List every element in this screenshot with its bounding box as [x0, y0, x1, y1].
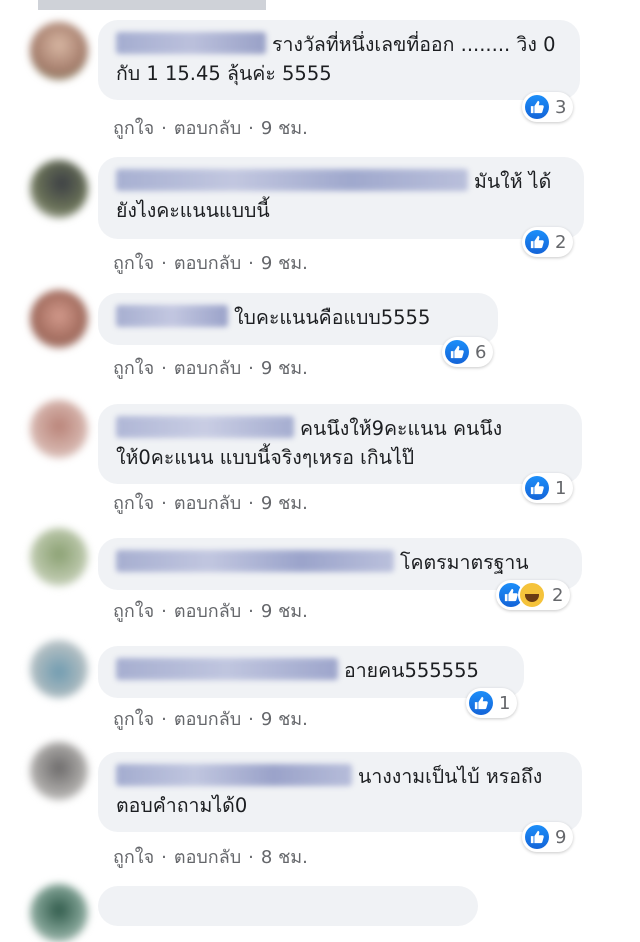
- like-link[interactable]: ถูกใจ: [113, 493, 154, 514]
- like-link[interactable]: ถูกใจ: [113, 601, 154, 622]
- author-name-blurred[interactable]: [116, 658, 338, 680]
- avatar[interactable]: [30, 400, 88, 458]
- like-link[interactable]: ถูกใจ: [113, 253, 154, 274]
- reaction-number: 3: [555, 96, 567, 118]
- reply-link[interactable]: ตอบกลับ: [174, 601, 241, 622]
- separator: ·: [161, 358, 167, 379]
- timestamp[interactable]: 9 ชม.: [261, 118, 308, 139]
- avatar[interactable]: [30, 640, 88, 698]
- reaction-number: 1: [555, 477, 567, 499]
- like-link[interactable]: ถูกใจ: [113, 358, 154, 379]
- separator: ·: [161, 601, 167, 622]
- comment-actions: ถูกใจ · ตอบกลับ · 9 ชม.: [113, 488, 308, 517]
- like-reaction-icon: [525, 476, 549, 500]
- like-reaction-icon: [525, 230, 549, 254]
- comment-actions: ถูกใจ · ตอบกลับ · 9 ชม.: [113, 248, 308, 277]
- comment-bubble: นางงามเป็นไบ้ หรอถึงตอบคำถามได้0: [98, 752, 582, 832]
- like-reaction-icon: [525, 95, 549, 119]
- author-name-blurred[interactable]: [116, 169, 468, 191]
- separator: ·: [161, 118, 167, 139]
- reaction-count[interactable]: 9: [522, 822, 574, 852]
- comment-bubble: มันให้ ได้ยังไงคะแนนแบบนี้: [98, 157, 584, 239]
- timestamp[interactable]: 9 ชม.: [261, 601, 308, 622]
- author-name-blurred[interactable]: [116, 764, 352, 786]
- separator: ·: [161, 493, 167, 514]
- comment-actions: ถูกใจ · ตอบกลับ · 9 ชม.: [113, 353, 308, 382]
- top-cutoff-bar: [38, 0, 266, 10]
- timestamp[interactable]: 8 ชม.: [261, 847, 308, 868]
- timestamp[interactable]: 9 ชม.: [261, 709, 308, 730]
- reaction-count[interactable]: 6: [442, 337, 494, 367]
- like-reaction-icon: [445, 340, 469, 364]
- reply-link[interactable]: ตอบกลับ: [174, 118, 241, 139]
- reaction-count[interactable]: 2: [522, 227, 574, 257]
- timestamp[interactable]: 9 ชม.: [261, 253, 308, 274]
- reply-link[interactable]: ตอบกลับ: [174, 493, 241, 514]
- comment-bubble: [98, 886, 478, 926]
- like-reaction-icon: [469, 691, 493, 715]
- reaction-count[interactable]: 3: [522, 92, 574, 122]
- separator: ·: [248, 358, 254, 379]
- reaction-count[interactable]: 1: [466, 688, 518, 718]
- separator: ·: [248, 601, 254, 622]
- avatar[interactable]: [30, 884, 88, 942]
- comment-actions: ถูกใจ · ตอบกลับ · 9 ชม.: [113, 113, 308, 142]
- reply-link[interactable]: ตอบกลับ: [174, 253, 241, 274]
- separator: ·: [248, 847, 254, 868]
- reaction-number: 2: [552, 584, 564, 606]
- comment-actions: ถูกใจ · ตอบกลับ · 8 ชม.: [113, 842, 308, 871]
- avatar[interactable]: [30, 160, 88, 218]
- reaction-count[interactable]: 1: [522, 473, 574, 503]
- like-reaction-icon: [525, 825, 549, 849]
- comment-bubble: ใบคะแนนคือแบบ5555: [98, 293, 498, 345]
- separator: ·: [161, 709, 167, 730]
- reaction-number: 9: [555, 826, 567, 848]
- timestamp[interactable]: 9 ชม.: [261, 493, 308, 514]
- comment-text: ใบคะแนนคือแบบ5555: [234, 306, 431, 329]
- reply-link[interactable]: ตอบกลับ: [174, 709, 241, 730]
- avatar[interactable]: [30, 22, 88, 80]
- author-name-blurred[interactable]: [116, 550, 394, 572]
- comment-actions: ถูกใจ · ตอบกลับ · 9 ชม.: [113, 596, 308, 625]
- author-name-blurred[interactable]: [116, 32, 266, 54]
- comment-actions: ถูกใจ · ตอบกลับ · 9 ชม.: [113, 704, 308, 733]
- avatar[interactable]: [30, 290, 88, 348]
- comment-bubble: คนนึงให้9คะแนน คนนึง ให้0คะแนน แบบนี้จริ…: [98, 404, 582, 484]
- separator: ·: [248, 493, 254, 514]
- reaction-number: 1: [499, 692, 511, 714]
- reaction-count[interactable]: 2: [496, 580, 571, 610]
- like-link[interactable]: ถูกใจ: [113, 847, 154, 868]
- reply-link[interactable]: ตอบกลับ: [174, 847, 241, 868]
- avatar[interactable]: [30, 528, 88, 586]
- comment-bubble: อายคน555555: [98, 646, 524, 698]
- separator: ·: [161, 253, 167, 274]
- comment-text: อายคน555555: [344, 659, 479, 682]
- like-link[interactable]: ถูกใจ: [113, 118, 154, 139]
- haha-reaction-icon: [518, 581, 546, 609]
- avatar[interactable]: [30, 742, 88, 800]
- separator: ·: [248, 253, 254, 274]
- timestamp[interactable]: 9 ชม.: [261, 358, 308, 379]
- reaction-number: 6: [475, 341, 487, 363]
- comment-bubble: รางวัลที่หนึ่งเลขที่ออก ........ วิง 0 ก…: [98, 20, 580, 100]
- like-link[interactable]: ถูกใจ: [113, 709, 154, 730]
- separator: ·: [248, 118, 254, 139]
- separator: ·: [161, 847, 167, 868]
- comment-text: โคตรมาตรฐาน: [400, 551, 529, 574]
- author-name-blurred[interactable]: [116, 305, 228, 327]
- reaction-number: 2: [555, 231, 567, 253]
- author-name-blurred[interactable]: [116, 416, 294, 438]
- separator: ·: [248, 709, 254, 730]
- reply-link[interactable]: ตอบกลับ: [174, 358, 241, 379]
